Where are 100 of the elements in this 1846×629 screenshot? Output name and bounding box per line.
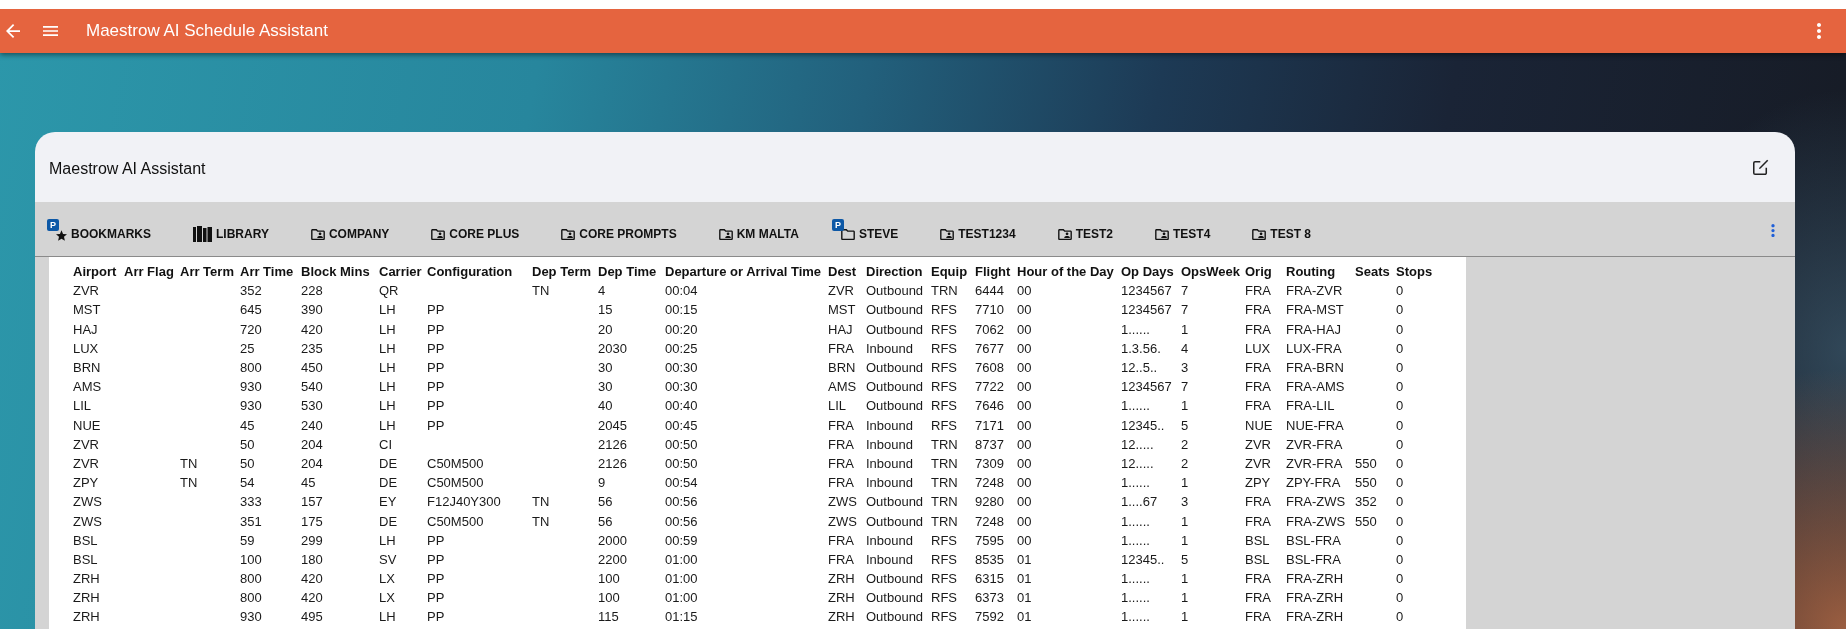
table-cell-text: 12.....	[1120, 435, 1155, 454]
tab[interactable]: TEST4	[1134, 202, 1232, 256]
table-cell-text: 8535	[974, 550, 1005, 569]
table-cell-text: Outbound	[865, 320, 925, 339]
table-cell-text: TRN	[930, 493, 959, 512]
table-cell-text: Outbound	[865, 493, 925, 512]
table-cell-text: 12.....	[1120, 454, 1155, 473]
table-cell-text: 00:56	[664, 493, 699, 512]
table-cell-text: 0	[1395, 416, 1405, 435]
table-cell-text: 8737	[974, 435, 1005, 454]
table-cell-text: RFS	[930, 608, 958, 627]
table-cell-text: 00	[1016, 339, 1033, 358]
table-cell-text: MST	[827, 301, 857, 320]
table-cell-text: 1	[1180, 608, 1190, 627]
table-cell-text: 59	[239, 531, 256, 550]
table-cell-text: EY	[378, 493, 398, 512]
table-cell-text: PP	[426, 378, 446, 397]
table-cell-text: 1234567	[1120, 301, 1173, 320]
table-cell-text: 00	[1016, 359, 1033, 378]
table-cell-text: 00	[1016, 320, 1033, 339]
table-cell-text: C50M500	[426, 512, 485, 531]
table-cell-text: 50	[239, 435, 256, 454]
table-cell-text: FRA	[827, 550, 855, 569]
table-cell-text: Outbound	[865, 512, 925, 531]
back-icon[interactable]	[6, 24, 20, 38]
table-cell-text: 351	[239, 512, 263, 531]
table-cell-text: 25	[239, 339, 256, 358]
table-cell-text: F12J40Y300	[426, 493, 502, 512]
table-cell-text: 30	[597, 359, 614, 378]
table-cell-text: 2030	[597, 339, 628, 358]
table-cell-text: 56	[597, 493, 614, 512]
table-cell-text: ZRH	[72, 570, 101, 589]
table-cell-text: RFS	[930, 570, 958, 589]
table-cell-text: FRA	[1244, 301, 1272, 320]
column-header: Routing	[1285, 263, 1337, 282]
tab[interactable]: CORE PLUS	[410, 202, 541, 256]
table-cell-text: 2126	[597, 454, 628, 473]
column-header: Dep Time	[597, 263, 658, 282]
tab[interactable]: LIBRARY	[172, 202, 290, 256]
table-cell-text: ZVR	[1244, 435, 1272, 454]
more-icon[interactable]	[1817, 23, 1821, 39]
table-cell-text: FRA	[1244, 493, 1272, 512]
table-cell-text: 7062	[974, 320, 1005, 339]
table-cell-text: PP	[426, 416, 446, 435]
column-header: Carrier	[378, 263, 423, 282]
table-cell-text: LH	[378, 608, 397, 627]
table-cell-text: TN	[531, 282, 551, 301]
table-cell-text: 5	[1180, 550, 1190, 569]
table-cell-text: 0	[1395, 282, 1405, 301]
table-cell-text: TN	[179, 474, 199, 493]
table-cell-text: 00:30	[664, 359, 699, 378]
tab[interactable]: KM MALTA	[697, 202, 820, 256]
table-cell-text: NUE	[1244, 416, 1274, 435]
table-cell-text: 100	[597, 589, 621, 608]
table-cell-text: ZVR	[72, 454, 100, 473]
table-cell-text: ZRH	[72, 608, 101, 627]
column-header: Flight	[974, 263, 1012, 282]
table-cell-text: 0	[1395, 301, 1405, 320]
more-icon[interactable]	[1771, 223, 1775, 237]
table-cell-text: 00	[1016, 531, 1033, 550]
table-cell-text: FRA-ZWS	[1285, 493, 1347, 512]
table-cell-text: 930	[239, 378, 263, 397]
tab[interactable]: TEST1234	[919, 202, 1037, 256]
table-cell-text: 0	[1395, 570, 1405, 589]
table-cell-text: DE	[378, 454, 399, 473]
table-cell-text: PP	[426, 570, 446, 589]
table-cell-text: 333	[239, 493, 263, 512]
table-cell-text: LH	[378, 301, 397, 320]
tab[interactable]: TEST 8	[1231, 202, 1332, 256]
edit-icon[interactable]	[1753, 159, 1769, 175]
table-cell-text: BSL	[72, 531, 99, 550]
table-cell-text: 00	[1016, 416, 1033, 435]
table-cell-text: 01	[1016, 570, 1033, 589]
table-cell-text: 720	[239, 320, 263, 339]
table-cell-text: 530	[300, 397, 324, 416]
table-cell-text: 00:30	[664, 378, 699, 397]
table-cell-text: 1234567	[1120, 282, 1173, 301]
table-cell-text: BSL-FRA	[1285, 531, 1342, 550]
table-cell-text: 2126	[597, 435, 628, 454]
column-header: Op Days	[1120, 263, 1175, 282]
table-cell-text: 6444	[974, 282, 1005, 301]
table-cell-text: 00:50	[664, 435, 699, 454]
column-header: Dest	[827, 263, 858, 282]
column-header: Configuration	[426, 263, 514, 282]
table-cell-text: 0	[1395, 531, 1405, 550]
table-cell-text: 3	[1180, 493, 1190, 512]
tab[interactable]: COMPANY	[289, 202, 411, 256]
menu-icon[interactable]	[43, 26, 58, 36]
table-cell-text: DE	[378, 474, 399, 493]
table-cell-text: 180	[300, 550, 324, 569]
table-cell-text: 00:20	[664, 320, 699, 339]
table-cell-text: RFS	[930, 320, 958, 339]
tab[interactable]: CORE PROMPTS	[540, 202, 698, 256]
tab[interactable]: TEST2	[1036, 202, 1134, 256]
table-cell-text: Inbound	[865, 416, 914, 435]
table-cell-text: 0	[1395, 550, 1405, 569]
table-cell-text: RFS	[930, 397, 958, 416]
table-cell-text: 299	[300, 531, 324, 550]
table-cell-text: 1	[1180, 320, 1190, 339]
table-cell-text: 01:15	[664, 608, 699, 627]
